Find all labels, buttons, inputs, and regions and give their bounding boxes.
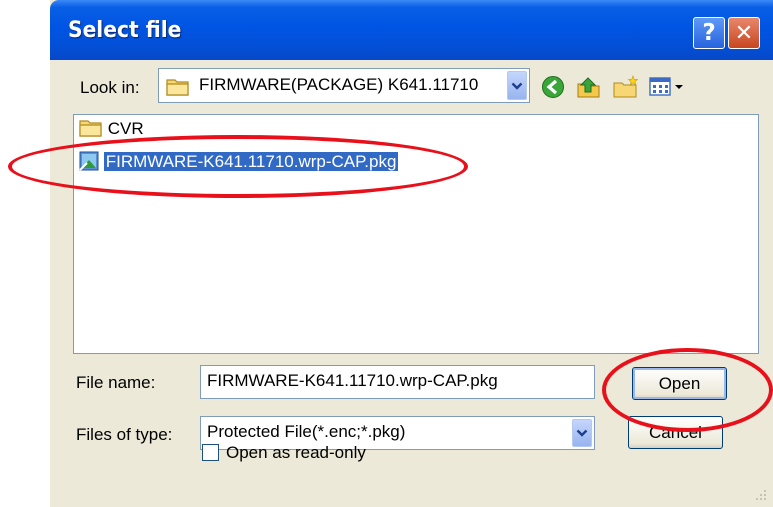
chevron-down-icon xyxy=(511,82,523,90)
chevron-down-icon xyxy=(576,429,588,437)
look-in-dropdown-button[interactable] xyxy=(507,71,527,100)
read-only-label[interactable]: Open as read-only xyxy=(226,443,366,463)
look-in-label: Look in: xyxy=(80,78,140,97)
files-of-type-value: Protected File(*.enc;*.pkg) xyxy=(207,422,406,441)
help-icon: ? xyxy=(702,20,716,46)
file-highlight-ellipse xyxy=(8,135,468,198)
select-file-dialog: Select file ? ✕ Look in: FIRMWARE(PACKAG… xyxy=(50,0,773,507)
close-button[interactable]: ✕ xyxy=(728,17,760,49)
read-only-checkbox[interactable] xyxy=(202,444,219,461)
resize-grip-icon[interactable] xyxy=(753,487,767,501)
up-folder-icon[interactable] xyxy=(576,75,602,99)
new-folder-icon[interactable] xyxy=(612,75,640,99)
help-button[interactable]: ? xyxy=(693,17,725,49)
look-in-combo[interactable]: FIRMWARE(PACKAGE) K641.11710 xyxy=(158,68,530,103)
window-title: Select file xyxy=(68,18,182,43)
folder-name: CVR xyxy=(107,119,144,138)
look-in-value: FIRMWARE(PACKAGE) K641.11710 xyxy=(199,75,479,94)
folder-icon xyxy=(166,79,189,96)
view-menu-icon[interactable] xyxy=(648,75,688,99)
back-icon[interactable] xyxy=(541,75,565,99)
title-bar[interactable]: Select file ? ✕ xyxy=(50,0,773,60)
file-name-label: File name: xyxy=(76,373,156,392)
files-of-type-label: Files of type: xyxy=(76,425,173,444)
files-of-type-dropdown-button[interactable] xyxy=(572,419,592,447)
folder-icon xyxy=(79,120,102,137)
open-button-highlight-ellipse xyxy=(602,348,773,432)
file-name-input[interactable]: FIRMWARE-K641.11710.wrp-CAP.pkg xyxy=(200,365,595,399)
close-icon: ✕ xyxy=(734,20,754,46)
